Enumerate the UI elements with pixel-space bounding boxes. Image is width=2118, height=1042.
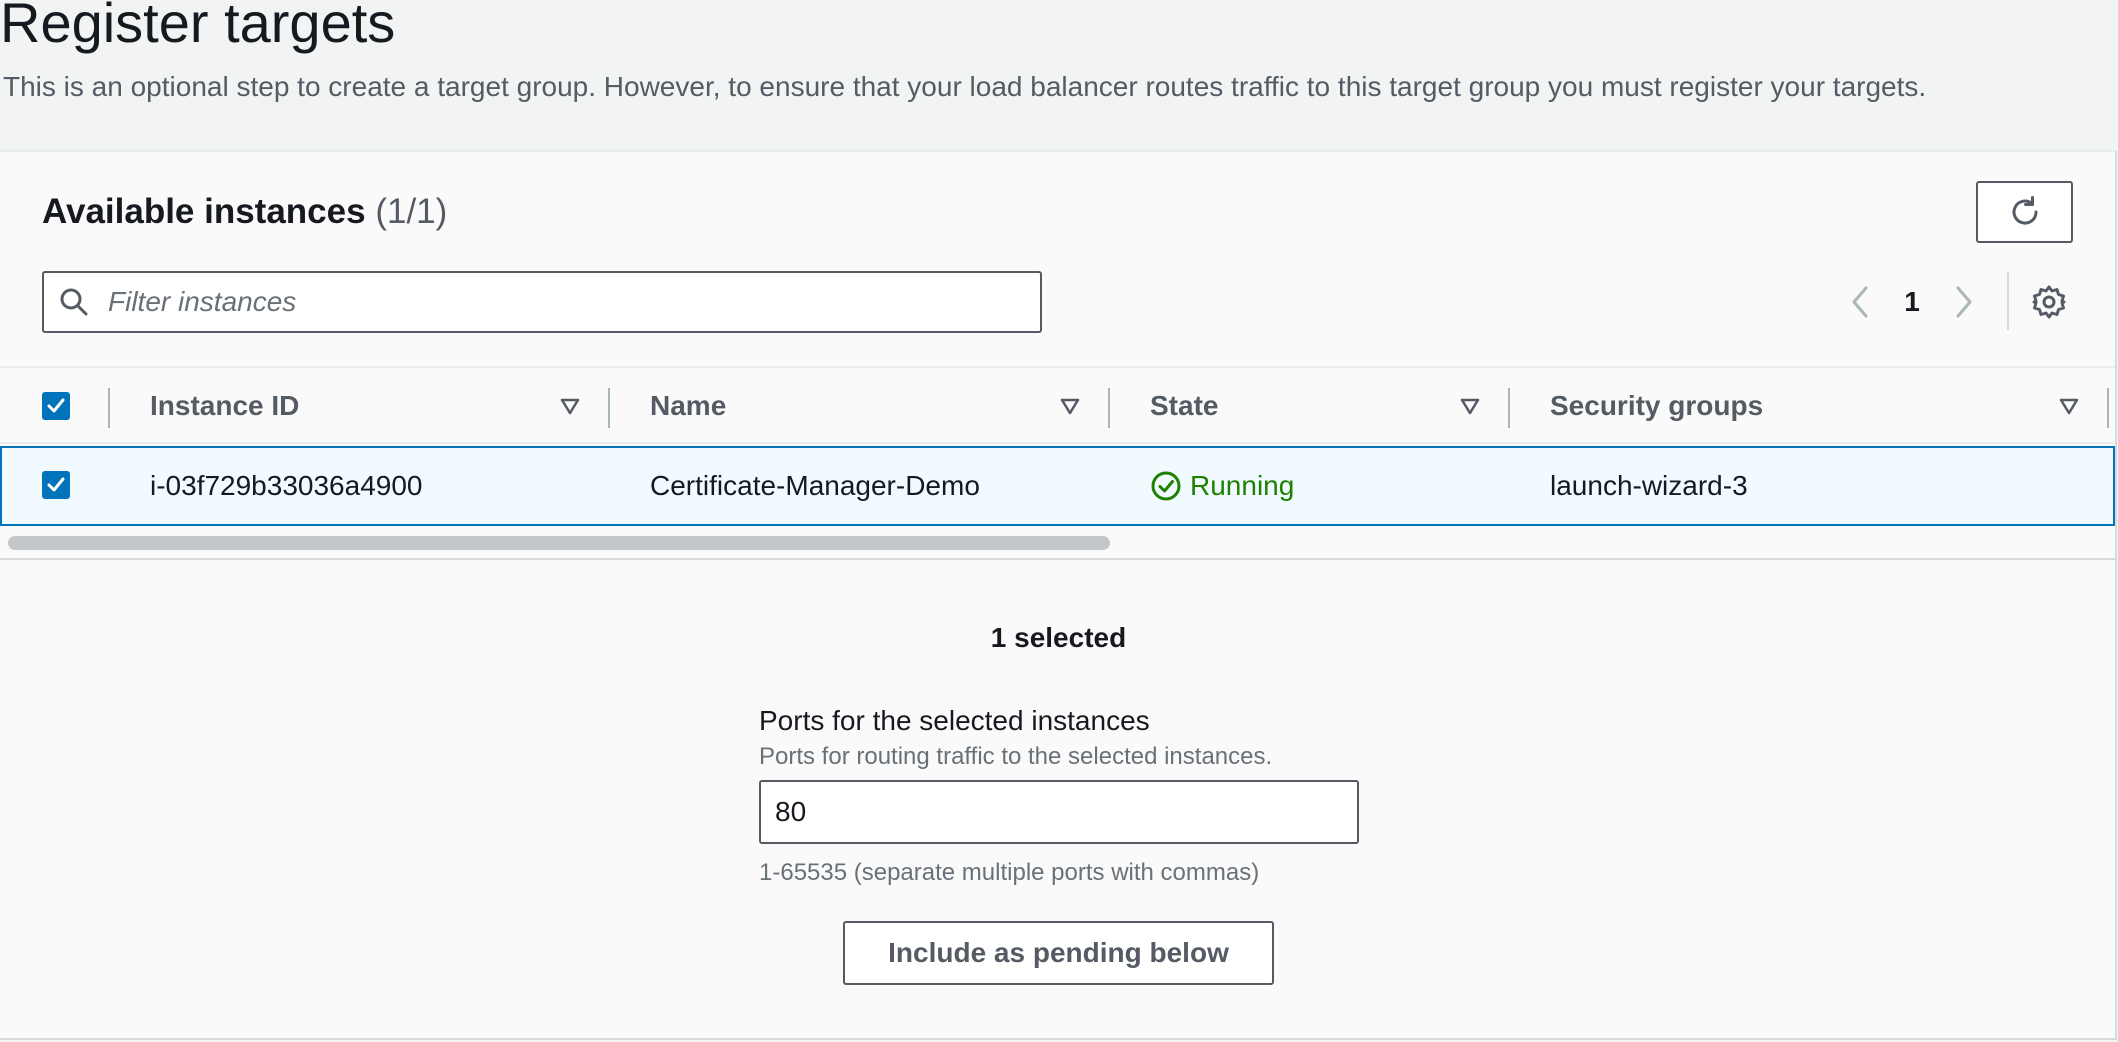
selected-count: 1 selected	[990, 622, 1127, 653]
toolbar-divider	[2007, 272, 2009, 330]
sort-icon[interactable]	[2057, 394, 2081, 418]
cell-name: Certificate-Manager-Demo	[650, 470, 980, 501]
section-title: Available instances (1/1)	[42, 192, 447, 232]
refresh-button[interactable]	[1976, 181, 2073, 243]
pagination: 1	[1838, 274, 1986, 330]
filter-instances-input[interactable]	[104, 277, 1008, 327]
column-header-instance-id[interactable]: Instance ID	[150, 368, 299, 444]
column-divider[interactable]	[608, 388, 610, 428]
ports-description: Ports for routing traffic to the selecte…	[759, 743, 1273, 770]
available-instances-panel: Available instances (1/1) Filter instanc…	[0, 150, 2117, 1040]
ports-input[interactable]	[759, 780, 1359, 844]
page-number[interactable]: 1	[1882, 286, 1942, 318]
cell-security-groups: launch-wizard-3	[1550, 470, 1748, 501]
section-title-label: Available instances	[42, 192, 366, 231]
column-divider[interactable]	[1508, 388, 1510, 428]
chevron-left-icon[interactable]	[1838, 274, 1882, 330]
page-title: Register targets	[0, 0, 396, 54]
sort-icon[interactable]	[558, 394, 582, 418]
cell-instance-id: i-03f729b33036a4900	[150, 470, 423, 501]
ports-label: Ports for the selected instances	[759, 705, 1150, 736]
column-header-name[interactable]: Name	[650, 368, 726, 444]
column-divider	[108, 388, 110, 428]
table-header: Instance ID Name State Security groups	[0, 366, 2115, 444]
search-icon	[44, 273, 104, 331]
sort-icon[interactable]	[1058, 394, 1082, 418]
checkmark-icon	[47, 398, 65, 413]
instances-table: Instance ID Name State Security groups i…	[0, 366, 2115, 560]
horizontal-scrollbar[interactable]	[0, 530, 2115, 560]
sort-icon[interactable]	[1458, 394, 1482, 418]
gear-icon	[2032, 285, 2066, 319]
row-checkbox[interactable]	[42, 471, 70, 499]
filter-search-box[interactable]	[42, 271, 1042, 333]
column-divider[interactable]	[1108, 388, 1110, 428]
column-divider[interactable]	[2107, 388, 2109, 428]
register-targets-page: Register targets This is an optional ste…	[0, 0, 2118, 1042]
cell-state: Running	[1150, 448, 1294, 524]
select-all-checkbox[interactable]	[42, 392, 70, 420]
column-header-security-groups[interactable]: Security groups	[1550, 368, 1763, 444]
instance-count: (1/1)	[375, 192, 448, 231]
preferences-button[interactable]	[2027, 280, 2071, 324]
check-circle-icon	[1151, 471, 1181, 501]
ports-hint: 1-65535 (separate multiple ports with co…	[759, 859, 1260, 886]
include-as-pending-button[interactable]: Include as pending below	[843, 921, 1274, 985]
table-row[interactable]: i-03f729b33036a4900 Certificate-Manager-…	[0, 446, 2115, 526]
page-description: This is an optional step to create a tar…	[3, 71, 1927, 102]
refresh-icon	[2012, 196, 2038, 225]
column-header-state[interactable]: State	[1150, 368, 1218, 444]
checkmark-icon	[47, 477, 65, 492]
scrollbar-thumb[interactable]	[8, 536, 1110, 550]
state-label: Running	[1190, 470, 1295, 501]
ports-form-field: Ports for the selected instances Ports f…	[759, 702, 1359, 890]
chevron-right-icon[interactable]	[1942, 274, 1986, 330]
